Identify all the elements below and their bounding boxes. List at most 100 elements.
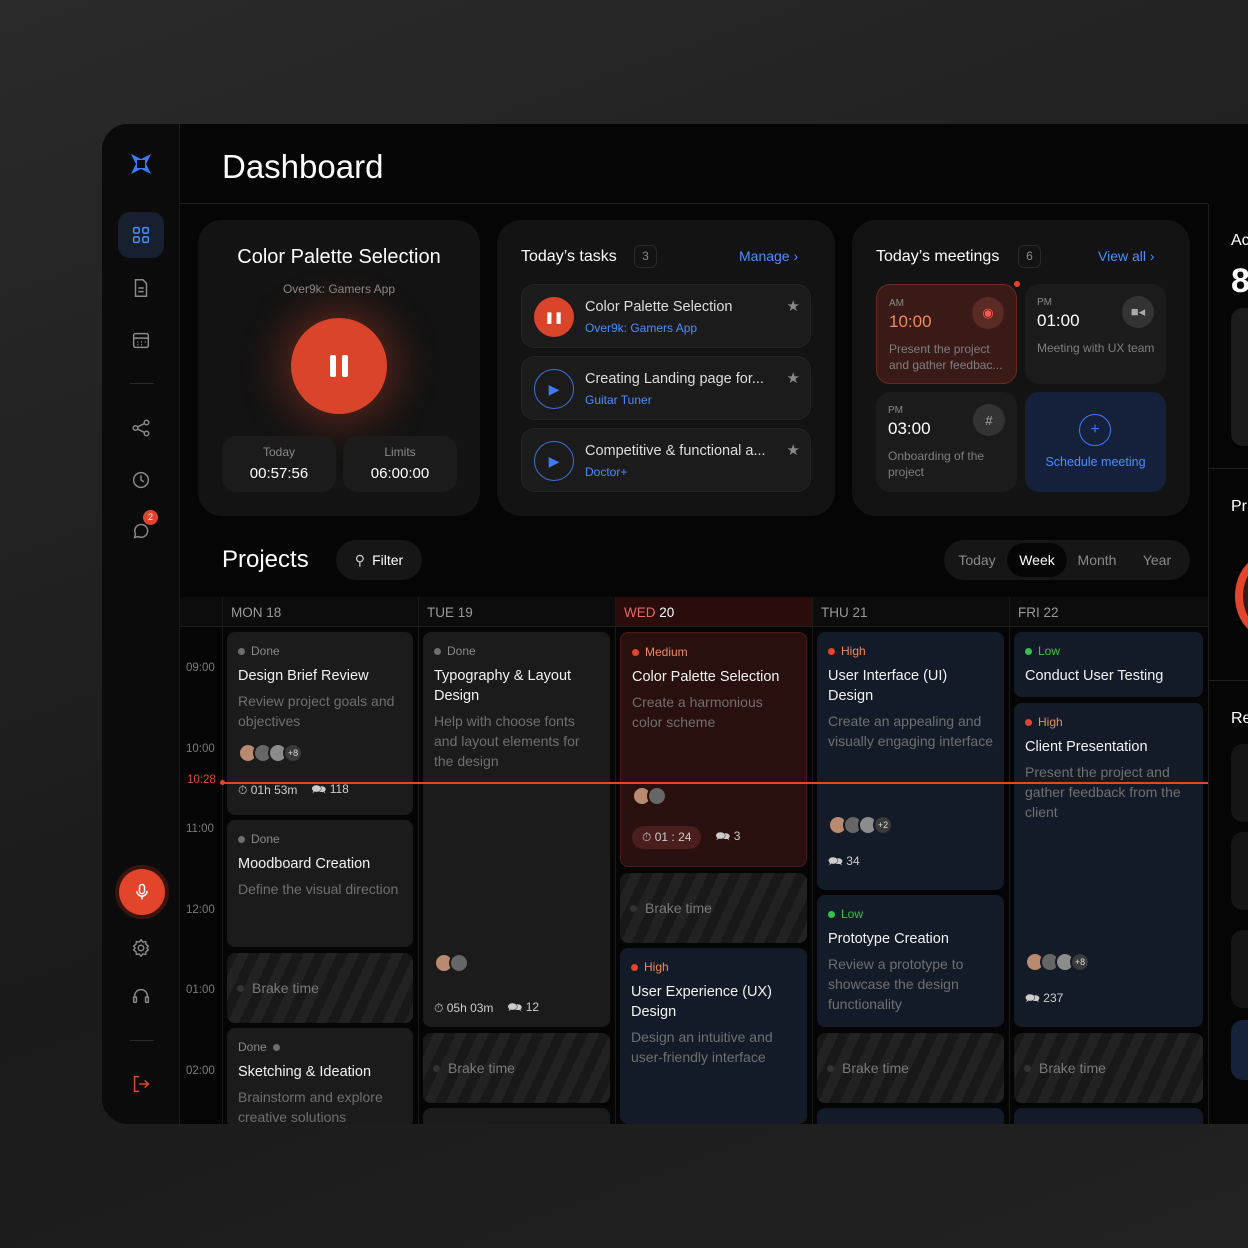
today-label: Today — [262, 445, 296, 459]
event-title: Design Brief Review — [238, 668, 369, 684]
avatar-group: +8 — [238, 743, 303, 763]
time-spent: 01h 53m — [250, 783, 298, 797]
pause-icon — [330, 355, 348, 377]
view-all-label: View all — [1098, 248, 1146, 264]
live-indicator — [1012, 279, 1022, 289]
right-list-item — [1231, 930, 1248, 1008]
day-number: 20 — [659, 605, 675, 620]
comment-count: 3 — [733, 829, 741, 843]
meeting-time: 01:00 — [1037, 311, 1080, 330]
event-card[interactable]: Done Typography & Layout Design Help with … — [423, 632, 610, 1027]
event-status: Medium — [632, 645, 795, 659]
day-of-week: TUE — [427, 605, 454, 620]
comment-count: 12 — [525, 1000, 540, 1014]
event-card[interactable] — [1014, 1108, 1203, 1124]
event-card[interactable] — [423, 1108, 610, 1124]
hour-label: 02:00 — [186, 1065, 215, 1077]
event-card[interactable] — [817, 1108, 1004, 1124]
brake-label: Brake time — [842, 1060, 909, 1076]
event-card[interactable]: Done Design Brief Review Review project go… — [227, 632, 413, 815]
pause-icon[interactable]: ❚❚ — [534, 297, 574, 337]
right-divider — [1209, 680, 1248, 681]
event-desc: Brainstorm and explore creative solution… — [238, 1089, 383, 1124]
event-card[interactable]: Done Sketching & Ideation Brainstorm and e… — [227, 1028, 413, 1124]
current-time-line — [222, 782, 1208, 784]
avatar — [647, 786, 667, 806]
task-item[interactable]: ▶ Competitive & functional a... Doctor+ … — [521, 428, 811, 492]
task-item[interactable]: ▶ Creating Landing page for... Guitar Tu… — [521, 356, 811, 420]
sidebar-item-share[interactable] — [118, 405, 164, 451]
avatar — [449, 953, 469, 973]
event-title: Prototype Creation — [828, 931, 949, 947]
star-icon[interactable]: ★ — [787, 441, 800, 459]
logout-button[interactable] — [118, 1061, 164, 1107]
range-today[interactable]: Today — [947, 543, 1007, 577]
share-icon — [132, 419, 150, 437]
day-header: WED 20 — [615, 597, 812, 627]
sidebar-item-support[interactable] — [118, 973, 164, 1019]
avatar-overflow: +8 — [283, 743, 303, 763]
day-column-divider — [222, 597, 223, 1124]
microphone-button[interactable] — [119, 869, 165, 915]
range-month[interactable]: Month — [1067, 543, 1127, 577]
meeting-item[interactable]: PM 03:00 Onboarding of the project # — [876, 392, 1017, 492]
sidebar-item-documents[interactable] — [118, 265, 164, 311]
event-desc: Design an intuitive and user-friendly in… — [631, 1029, 773, 1065]
tasks-count: 3 — [634, 245, 657, 268]
task-item[interactable]: ❚❚ Color Palette Selection Over9k: Gamer… — [521, 284, 811, 348]
filter-icon: ⚲ — [354, 551, 366, 568]
event-card[interactable]: High User Experience (UX) Design Design an… — [620, 948, 807, 1124]
schedule-meeting-button[interactable]: + Schedule meeting — [1025, 392, 1166, 492]
task-project: Doctor+ — [585, 465, 628, 479]
meeting-item[interactable]: PM 01:00 Meeting with UX team ■◂ — [1025, 284, 1166, 384]
event-card[interactable]: Low Prototype Creation Review a prototype … — [817, 895, 1004, 1027]
task-title: Color Palette Selection — [585, 299, 733, 315]
right-section-title: Pr — [1231, 498, 1247, 515]
play-icon[interactable]: ▶ — [534, 369, 574, 409]
star-icon[interactable]: ★ — [787, 369, 800, 387]
day-of-week: MON — [231, 605, 263, 620]
filter-label: Filter — [372, 552, 404, 568]
hour-label: 10:00 — [186, 742, 215, 755]
manage-link[interactable]: Manage › — [739, 248, 798, 264]
status-dot — [828, 647, 835, 655]
filter-button[interactable]: ⚲ Filter — [336, 540, 422, 580]
comments-icon: 🗪 — [1025, 991, 1040, 1005]
meeting-item[interactable]: AM 10:00 Present the project and gather … — [876, 279, 1022, 384]
view-all-link[interactable]: View all › — [1098, 248, 1155, 264]
task-project: Guitar Tuner — [585, 393, 652, 407]
sidebar-item-messages[interactable]: 2 — [118, 509, 164, 555]
status-label: High — [841, 644, 866, 658]
event-card[interactable]: High Client Presentation Present the proje… — [1014, 703, 1203, 1027]
event-title: Typography & Layout Design — [434, 668, 572, 704]
timer-pill[interactable]: ⏱ 01 : 24 — [632, 826, 702, 849]
sidebar-item-dashboard[interactable] — [118, 212, 164, 258]
status-label: High — [644, 960, 669, 974]
star-icon[interactable]: ★ — [787, 297, 800, 315]
play-icon[interactable]: ▶ — [534, 441, 574, 481]
event-card[interactable]: Done Moodboard Creation Define the visual … — [227, 820, 413, 947]
event-card[interactable]: Low Conduct User Testing — [1014, 632, 1203, 697]
event-card[interactable]: High User Interface (UI) Design Create an … — [817, 632, 1004, 890]
event-card[interactable]: Medium Color Palette Selection Create a ha… — [620, 632, 807, 867]
pause-button[interactable] — [291, 318, 387, 414]
status-dot — [632, 648, 639, 656]
sidebar-item-history[interactable] — [118, 457, 164, 503]
range-year[interactable]: Year — [1127, 543, 1187, 577]
sidebar-item-settings[interactable] — [118, 925, 164, 971]
event-title: Color Palette Selection — [632, 669, 780, 685]
sidebar-item-calendar[interactable] — [118, 317, 164, 363]
status-dot — [630, 904, 637, 912]
range-week[interactable]: Week — [1007, 543, 1067, 577]
right-section-title: Ac — [1231, 232, 1248, 249]
current-time-dot — [220, 780, 225, 785]
todays-tasks-card: Today’s tasks 3 Manage › ❚❚ Color Palett… — [497, 220, 835, 516]
chevron-right-icon: › — [1149, 248, 1155, 264]
day-header: THU 21 — [812, 597, 1009, 627]
status-label: Medium — [645, 645, 688, 659]
sidebar: 2 — [102, 124, 180, 1124]
day-number: 22 — [1043, 605, 1059, 620]
comment-count: 237 — [1043, 991, 1064, 1005]
time-spent: 05h 03m — [446, 1001, 494, 1015]
avatar-overflow: +2 — [873, 815, 893, 835]
